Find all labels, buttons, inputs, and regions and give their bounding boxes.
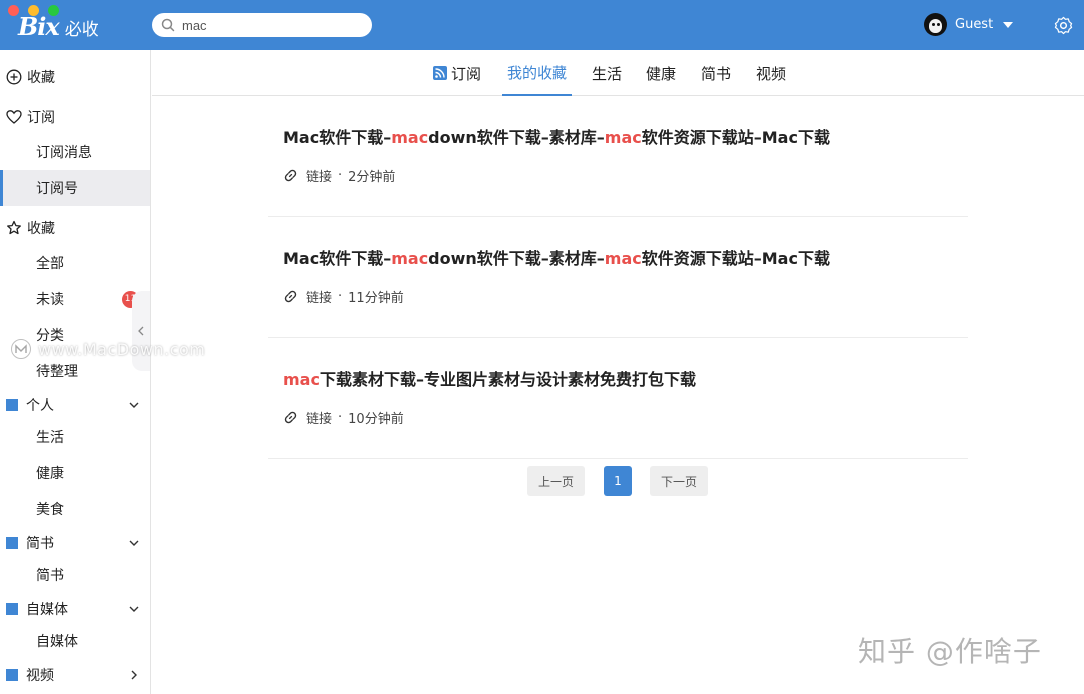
sidebar-item-self-media[interactable]: 自媒体 <box>0 623 150 659</box>
tab-life[interactable]: 生活 <box>592 50 622 96</box>
item-time: 2分钟前 <box>348 170 396 185</box>
item-type: 链接 <box>306 291 333 306</box>
page-number-button[interactable]: 1 <box>604 466 632 496</box>
title-bar: Bix 必收 Guest <box>0 0 1084 50</box>
sidebar-item-life[interactable]: 生活 <box>0 419 150 455</box>
list-item[interactable]: Mac软件下载–macdown软件下载–素材库–mac软件资源下载站–Mac下载… <box>268 96 968 217</box>
list-item[interactable]: mac下载素材下载–专业图片素材与设计素材免费打包下载 链接 · 10分钟前 <box>268 338 968 459</box>
sidebar-item-label: 视频 <box>26 668 54 684</box>
sidebar-item-label: 美食 <box>36 502 64 518</box>
user-name[interactable]: Guest <box>955 17 993 32</box>
logo-text: 必收 <box>64 20 99 40</box>
prev-page-button[interactable]: 上一页 <box>527 466 585 496</box>
zhihu-watermark: 知乎 @作啥子 <box>858 635 1042 668</box>
sidebar-item-label: 生活 <box>36 430 64 446</box>
sidebar-item-label: 未读 <box>36 292 64 308</box>
item-title[interactable]: Mac软件下载–macdown软件下载–素材库–mac软件资源下载站–Mac下载 <box>283 124 830 148</box>
caret-down-icon[interactable] <box>1003 21 1014 28</box>
sidebar-item-subscribe-messages[interactable]: 订阅消息 <box>0 134 150 170</box>
chevron-right-icon[interactable] <box>128 669 140 681</box>
tab-label: 视频 <box>756 64 787 83</box>
logo-mark: Bix <box>18 12 60 41</box>
tab-label: 健康 <box>646 64 677 83</box>
sidebar-item-label: 全部 <box>36 256 64 272</box>
sidebar-item-label: 订阅消息 <box>36 145 92 161</box>
tab-health[interactable]: 健康 <box>646 50 676 96</box>
tab-jianshu[interactable]: 简书 <box>701 50 731 96</box>
sidebar-item-jianshu[interactable]: 简书 <box>0 557 150 593</box>
next-page-button[interactable]: 下一页 <box>650 466 708 496</box>
search-input[interactable] <box>182 17 362 33</box>
heart-icon <box>6 110 22 124</box>
search-box[interactable] <box>152 13 372 37</box>
tab-label: 简书 <box>701 64 732 83</box>
item-type: 链接 <box>306 412 333 427</box>
item-time: 11分钟前 <box>348 291 404 306</box>
sidebar-item-all[interactable]: 全部 <box>0 245 150 281</box>
sidebar-group-self-media[interactable]: 自媒体 <box>0 591 150 627</box>
item-title[interactable]: mac下载素材下载–专业图片素材与设计素材免费打包下载 <box>283 366 696 390</box>
tab-video[interactable]: 视频 <box>756 50 786 96</box>
sidebar-item-subscribe-accounts[interactable]: 订阅号 <box>0 170 150 206</box>
user-menu[interactable]: Guest <box>924 13 1014 36</box>
folder-square-icon <box>6 669 18 681</box>
tab-subscribe[interactable]: 订阅 <box>433 50 481 96</box>
link-icon <box>284 169 297 182</box>
link-icon <box>284 290 297 303</box>
sidebar-item-subscribe[interactable]: 订阅 <box>0 99 150 135</box>
sidebar-item-label: 待整理 <box>36 364 78 380</box>
sidebar-item-label: 简书 <box>26 536 54 552</box>
sidebar: 收藏 订阅 订阅消息 订阅号 收藏 全部 未读 11 分类 待整理 个人 生活 <box>0 50 151 694</box>
gear-icon[interactable] <box>1054 16 1073 35</box>
chevron-down-icon[interactable] <box>128 603 140 615</box>
sidebar-item-label: 收藏 <box>27 70 55 86</box>
sidebar-item-label: 健康 <box>36 466 64 482</box>
tab-label: 生活 <box>592 64 623 83</box>
sidebar-group-video[interactable]: 视频 <box>0 657 150 693</box>
sidebar-group-personal[interactable]: 个人 <box>0 387 150 423</box>
watermark-logo-icon <box>11 339 31 359</box>
search-icon <box>161 18 175 32</box>
folder-square-icon <box>6 399 18 411</box>
sidebar-item-favorites[interactable]: 收藏 <box>0 210 150 246</box>
folder-square-icon <box>6 603 18 615</box>
sidebar-item-label: 订阅号 <box>36 181 78 197</box>
sidebar-item-label: 订阅 <box>27 110 55 126</box>
sidebar-item-label: 自媒体 <box>36 634 78 650</box>
item-time: 10分钟前 <box>348 412 404 427</box>
sidebar-item-label: 自媒体 <box>26 602 68 618</box>
rss-icon <box>433 66 447 80</box>
sidebar-item-collect[interactable]: 收藏 <box>0 59 150 95</box>
sidebar-group-jianshu[interactable]: 简书 <box>0 525 150 561</box>
chevron-left-icon <box>138 326 144 336</box>
item-meta: 链接 · 11分钟前 <box>283 287 404 306</box>
tab-label: 订阅 <box>451 64 482 83</box>
folder-square-icon <box>6 537 18 549</box>
tab-my-favorites[interactable]: 我的收藏 <box>502 50 572 96</box>
plus-circle-icon <box>6 69 22 85</box>
avatar[interactable] <box>924 13 947 36</box>
watermark-text: www.MacDown.com <box>38 339 206 359</box>
category-tabs: 订阅 我的收藏 生活 健康 简书 视频 <box>152 50 1084 96</box>
sidebar-item-label: 收藏 <box>27 221 55 237</box>
link-icon <box>284 411 297 424</box>
sidebar-item-label: 简书 <box>36 568 64 584</box>
sidebar-item-label: 个人 <box>26 398 54 414</box>
item-title[interactable]: Mac软件下载–macdown软件下载–素材库–mac软件资源下载站–Mac下载 <box>283 245 830 269</box>
chevron-down-icon[interactable] <box>128 399 140 411</box>
sidebar-item-unread[interactable]: 未读 11 <box>0 281 150 317</box>
sidebar-item-food[interactable]: 美食 <box>0 491 150 527</box>
list-item[interactable]: Mac软件下载–macdown软件下载–素材库–mac软件资源下载站–Mac下载… <box>268 217 968 338</box>
item-meta: 链接 · 10分钟前 <box>283 408 404 427</box>
chevron-down-icon[interactable] <box>128 537 140 549</box>
item-meta: 链接 · 2分钟前 <box>283 166 395 185</box>
star-icon <box>7 220 21 235</box>
app-logo: Bix 必收 <box>18 12 99 42</box>
item-type: 链接 <box>306 170 333 185</box>
tab-label: 我的收藏 <box>506 63 567 82</box>
sidebar-item-health[interactable]: 健康 <box>0 455 150 491</box>
macdown-watermark: www.MacDown.com <box>10 338 205 360</box>
